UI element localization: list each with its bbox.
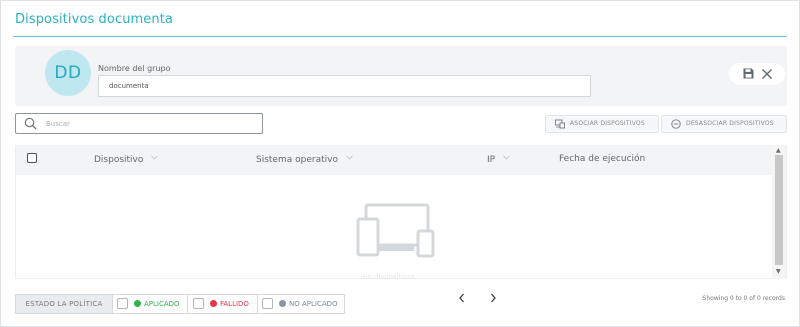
- search-icon: [24, 117, 37, 130]
- column-header-os-label: Sistema operativo: [256, 155, 338, 165]
- filter-applied-checkbox[interactable]: [117, 298, 128, 309]
- close-icon[interactable]: [761, 68, 773, 80]
- group-avatar: DD: [45, 50, 91, 96]
- not-applied-status-dot: [279, 300, 286, 307]
- scroll-down-arrow-icon[interactable]: ▼: [776, 268, 781, 275]
- failed-label: FALLIDO: [220, 300, 249, 308]
- title-divider: [13, 36, 787, 37]
- scroll-up-arrow-icon[interactable]: ▲: [776, 147, 781, 154]
- sort-chevron-icon: [151, 155, 159, 160]
- chevron-right-icon[interactable]: [488, 292, 498, 304]
- legend-divider: [112, 295, 113, 313]
- filter-failed-checkbox[interactable]: [193, 298, 204, 309]
- not-applied-label: NO APLICADO: [289, 300, 338, 308]
- panel-actions: [729, 63, 785, 85]
- column-header-execution-date-label: Fecha de ejecución: [559, 154, 646, 164]
- scrollbar-thumb[interactable]: [775, 155, 783, 265]
- devices-dialog: Dispositivos documenta DD Nombre del gru…: [0, 0, 800, 327]
- failed-status-dot: [210, 300, 217, 307]
- group-panel: DD Nombre del grupo documenta: [15, 46, 787, 106]
- empty-state-text: Sin dispositivos: [361, 273, 416, 281]
- column-header-ip-label: IP: [487, 155, 496, 165]
- legend-divider: [257, 295, 258, 313]
- policy-status-title: ESTADO LA POLÍTICA: [16, 295, 112, 313]
- search-box: [15, 113, 263, 134]
- chevron-left-icon[interactable]: [457, 292, 467, 304]
- group-name-label: Nombre del grupo: [98, 64, 171, 73]
- filter-not-applied-checkbox[interactable]: [262, 298, 273, 309]
- applied-label: APLICADO: [144, 300, 180, 308]
- top-breadcrumb-remnant: [21, 0, 141, 3]
- sort-chevron-icon: [346, 155, 353, 160]
- disassociate-devices-button[interactable]: DESASOCIAR DISPOSITIVOS: [661, 115, 787, 133]
- group-name-input[interactable]: documenta: [98, 75, 591, 97]
- circle-minus-icon: [671, 119, 681, 129]
- associate-devices-label: ASOCIAR DISPOSITIVOS: [570, 120, 645, 127]
- column-header-device-label: Dispositivo: [94, 155, 144, 165]
- applied-status-dot: [134, 300, 141, 307]
- column-header-ip[interactable]: IP: [487, 154, 510, 165]
- search-input[interactable]: [46, 116, 256, 131]
- column-header-execution-date: Fecha de ejecución: [559, 154, 645, 164]
- policy-status-legend: ESTADO LA POLÍTICA APLICADO FALLIDO NO A…: [15, 294, 345, 314]
- column-header-os[interactable]: Sistema operativo: [256, 154, 353, 165]
- save-icon[interactable]: [743, 68, 754, 79]
- associate-devices-button[interactable]: ASOCIAR DISPOSITIVOS: [545, 115, 659, 133]
- column-header-device[interactable]: Dispositivo: [94, 154, 159, 165]
- disassociate-devices-label: DESASOCIAR DISPOSITIVOS: [686, 120, 774, 127]
- devices-table: Dispositivo Sistema operativo IP Fecha d…: [15, 145, 787, 281]
- legend-divider: [187, 295, 188, 313]
- monitor-link-icon: [555, 119, 565, 129]
- devices-empty-icon: [356, 203, 435, 258]
- sort-chevron-icon: [503, 155, 510, 160]
- table-scrollbar[interactable]: ▲ ▼: [772, 145, 786, 279]
- select-all-checkbox[interactable]: [27, 153, 37, 163]
- table-header: Dispositivo Sistema operativo IP Fecha d…: [16, 145, 774, 175]
- records-summary: Showing 0 to 0 of 0 records: [702, 295, 785, 302]
- dialog-title: Dispositivos documenta: [15, 12, 174, 27]
